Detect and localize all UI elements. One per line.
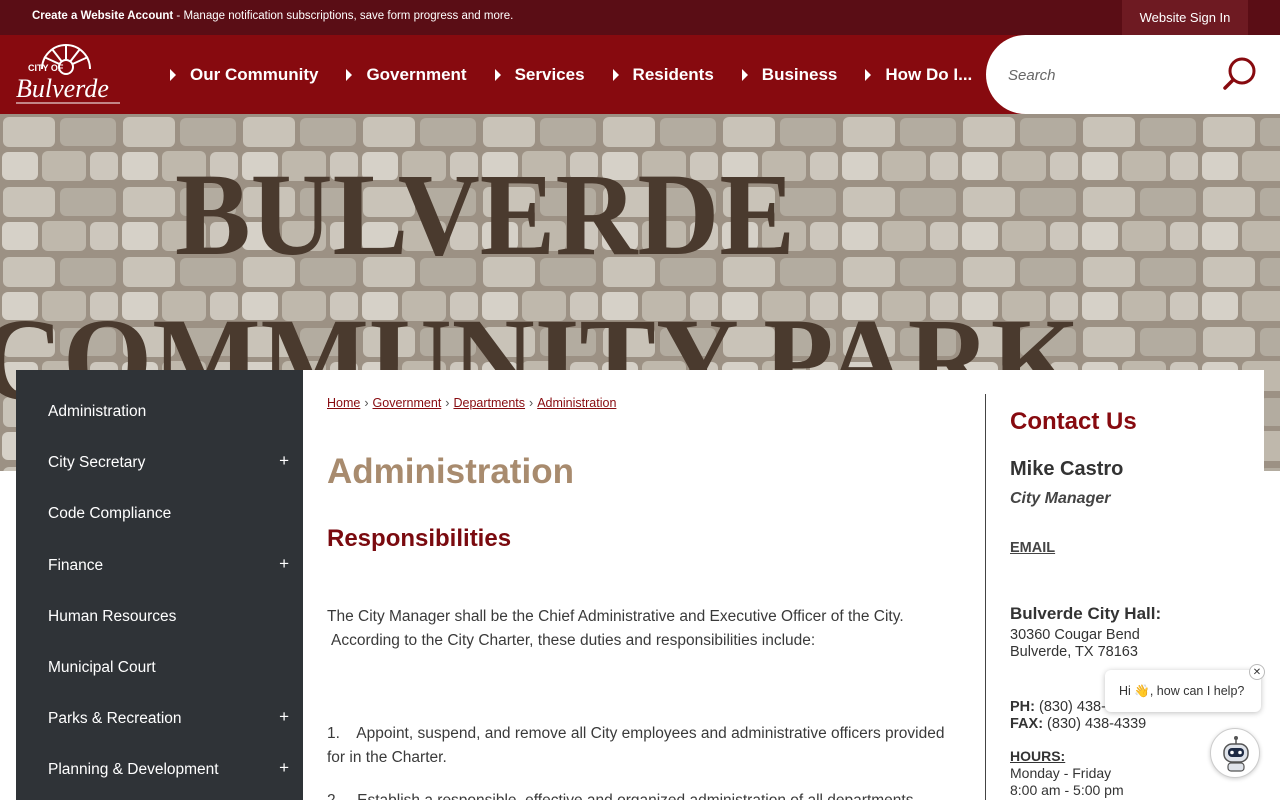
caret-right-icon [865,68,872,81]
caret-right-icon [170,68,176,81]
create-account-notice: Create a Website Account - Manage notifi… [32,10,513,22]
fax-line: FAX: (830) 438-4339 [1010,716,1147,732]
nav-residents[interactable]: Residents [612,65,714,85]
contact-heading: Contact Us [1010,408,1137,435]
contact-name: Mike Castro [1010,458,1124,480]
hours-time: 8:00 am - 5:00 pm [1010,782,1124,798]
intro-paragraph: The City Manager shall be the Chief Admi… [327,608,904,649]
sidebar-item-parks-recreation[interactable]: Parks & Recreation + [16,693,303,744]
search-icon[interactable] [1220,53,1262,95]
breadcrumb-separator: › [529,396,534,410]
breadcrumb: Home › Government › Departments › Administrati… [327,396,616,410]
address-line-1: 30360 Cougar Bend [1010,627,1140,643]
search-box [986,35,1280,114]
contact-role: City Manager [1010,490,1111,507]
section-sidebar: Administration City Secretary + Code Comp… [16,370,303,800]
create-account-link[interactable]: Create a Website Account [32,10,173,22]
caret-right-icon [346,68,353,81]
chatbot-launcher-button[interactable] [1210,728,1260,778]
svg-text:CITY OF: CITY OF [28,63,64,73]
caret-right-icon [612,68,619,81]
section-heading: Responsibilities [327,525,512,552]
breadcrumb-administration[interactable]: Administration [537,396,616,410]
page-title: Administration [327,452,574,491]
email-link[interactable]: EMAIL [1010,540,1055,556]
sidebar-item-code-compliance[interactable]: Code Compliance [16,488,303,539]
caret-right-icon [741,68,748,81]
nav-our-community[interactable]: Our Community [170,65,318,85]
hours-days: Monday - Friday [1010,765,1112,781]
breadcrumb-separator: › [445,396,450,410]
expand-plus-icon[interactable]: + [279,554,289,574]
list-item: 2. Establish a responsible, effective an… [327,789,947,800]
close-icon[interactable]: ✕ [1249,664,1265,680]
city-logo[interactable]: CITY OF Bulverde [12,39,124,111]
nav-how-do-i[interactable]: How Do I... [865,65,972,85]
sidebar-item-finance[interactable]: Finance + [16,540,303,591]
svg-text:BULVERDE: BULVERDE [175,149,795,280]
robot-icon [1223,736,1249,772]
nav-government[interactable]: Government [346,65,467,85]
sidebar-item-human-resources[interactable]: Human Resources [16,591,303,642]
caret-right-icon [494,68,501,81]
breadcrumb-home[interactable]: Home [327,396,360,410]
svg-text:Bulverde: Bulverde [16,74,109,103]
chat-greeting-bubble[interactable]: Hi 👋, how can I help? [1105,670,1261,712]
sidebar-item-municipal-court[interactable]: Municipal Court [16,642,303,693]
column-divider [985,394,986,800]
expand-plus-icon[interactable]: + [279,707,289,727]
search-input[interactable] [1008,61,1208,89]
list-item: 1. Appoint, suspend, and remove all City… [327,725,945,766]
nav-services[interactable]: Services [494,65,585,85]
utility-bar: Create a Website Account - Manage notifi… [0,0,1280,35]
address-line-2: Bulverde, TX 78163 [1010,644,1138,660]
expand-plus-icon[interactable]: + [279,758,289,778]
breadcrumb-departments[interactable]: Departments [453,396,525,410]
city-hall-title: Bulverde City Hall: [1010,604,1162,623]
breadcrumb-separator: › [364,396,369,410]
site-header: CITY OF Bulverde Our Community Governmen… [0,35,1280,114]
expand-plus-icon[interactable]: + [279,451,289,471]
hours-label: HOURS: [1010,748,1066,764]
nav-business[interactable]: Business [741,65,837,85]
breadcrumb-government[interactable]: Government [373,396,442,410]
sidebar-item-administration[interactable]: Administration [16,386,303,437]
sidebar-item-city-secretary[interactable]: City Secretary + [16,437,303,488]
create-account-description: - Manage notification subscriptions, sav… [173,10,514,22]
website-sign-in-button[interactable]: Website Sign In [1122,0,1248,35]
main-navigation: Our Community Government Services Reside… [170,35,1000,114]
sidebar-item-planning-development[interactable]: Planning & Development + [16,744,303,795]
